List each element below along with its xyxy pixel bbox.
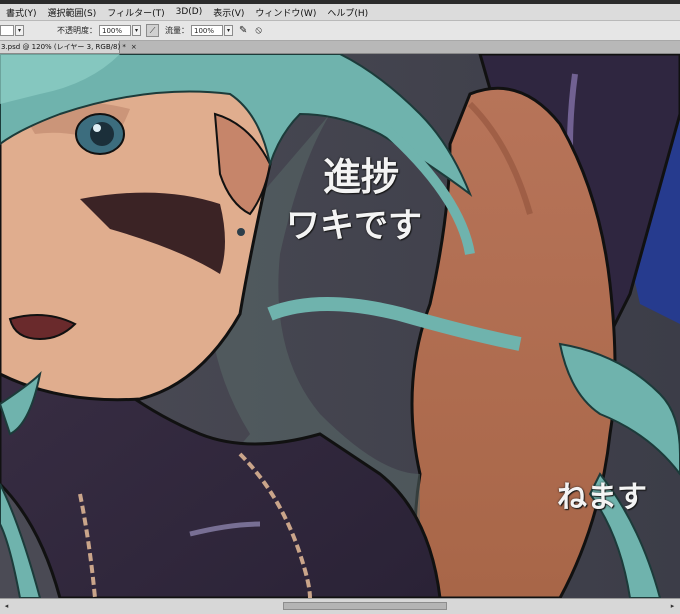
mode-select[interactable] xyxy=(0,25,14,36)
document-canvas[interactable]: 進捗 ワキです ねます xyxy=(0,54,680,598)
opacity-input[interactable]: 100% xyxy=(99,25,131,36)
document-tab[interactable]: 3.psd @ 120% (レイヤー 3, RGB/8) * × xyxy=(0,41,137,53)
menu-item-3d[interactable]: 3D(D) xyxy=(170,7,208,17)
canvas-text-armpit: ワキです xyxy=(286,206,422,246)
menu-item-format[interactable]: 書式(Y) xyxy=(0,6,42,19)
flow-label: 流量： xyxy=(165,26,189,35)
canvas-text-sleep: ねます xyxy=(557,480,647,515)
flow-dropdown-arrow[interactable]: ▾ xyxy=(224,25,233,36)
menu-bar: 書式(Y) 選択範囲(S) フィルター(T) 3D(D) 表示(V) ウィンドウ… xyxy=(0,4,680,21)
menu-item-select[interactable]: 選択範囲(S) xyxy=(42,6,102,19)
scroll-left-icon[interactable]: ◂ xyxy=(2,601,11,611)
flow-input[interactable]: 100% xyxy=(191,25,223,36)
menu-item-window[interactable]: ウィンドウ(W) xyxy=(249,6,321,19)
document-tab-bar: 3.psd @ 120% (レイヤー 3, RGB/8) * × xyxy=(0,41,680,54)
menu-item-help[interactable]: ヘルプ(H) xyxy=(321,6,373,19)
artwork xyxy=(0,54,680,598)
scrollbar-thumb[interactable] xyxy=(283,602,447,610)
tablet-pressure-icon[interactable]: ⟋ xyxy=(146,24,159,37)
document-tab-label: 3.psd @ 120% (レイヤー 3, RGB/8) * xyxy=(1,43,126,51)
menu-item-view[interactable]: 表示(V) xyxy=(207,6,249,19)
airbrush-icon[interactable]: ✎ xyxy=(239,25,247,36)
horizontal-scrollbar[interactable]: ◂ ▸ xyxy=(0,598,680,614)
mode-dropdown-arrow[interactable]: ▾ xyxy=(15,25,24,36)
menu-item-filter[interactable]: フィルター(T) xyxy=(101,6,169,19)
close-icon[interactable]: × xyxy=(131,43,137,51)
options-bar: ▾ 不透明度： 100% ▾ ⟋ 流量： 100% ▾ ✎ ⦸ xyxy=(0,21,680,41)
canvas-text-progress: 進捗 xyxy=(323,155,400,199)
opacity-dropdown-arrow[interactable]: ▾ xyxy=(132,25,141,36)
tablet-size-icon[interactable]: ⦸ xyxy=(255,25,262,36)
scroll-right-icon[interactable]: ▸ xyxy=(668,601,677,611)
opacity-label: 不透明度： xyxy=(57,26,97,35)
